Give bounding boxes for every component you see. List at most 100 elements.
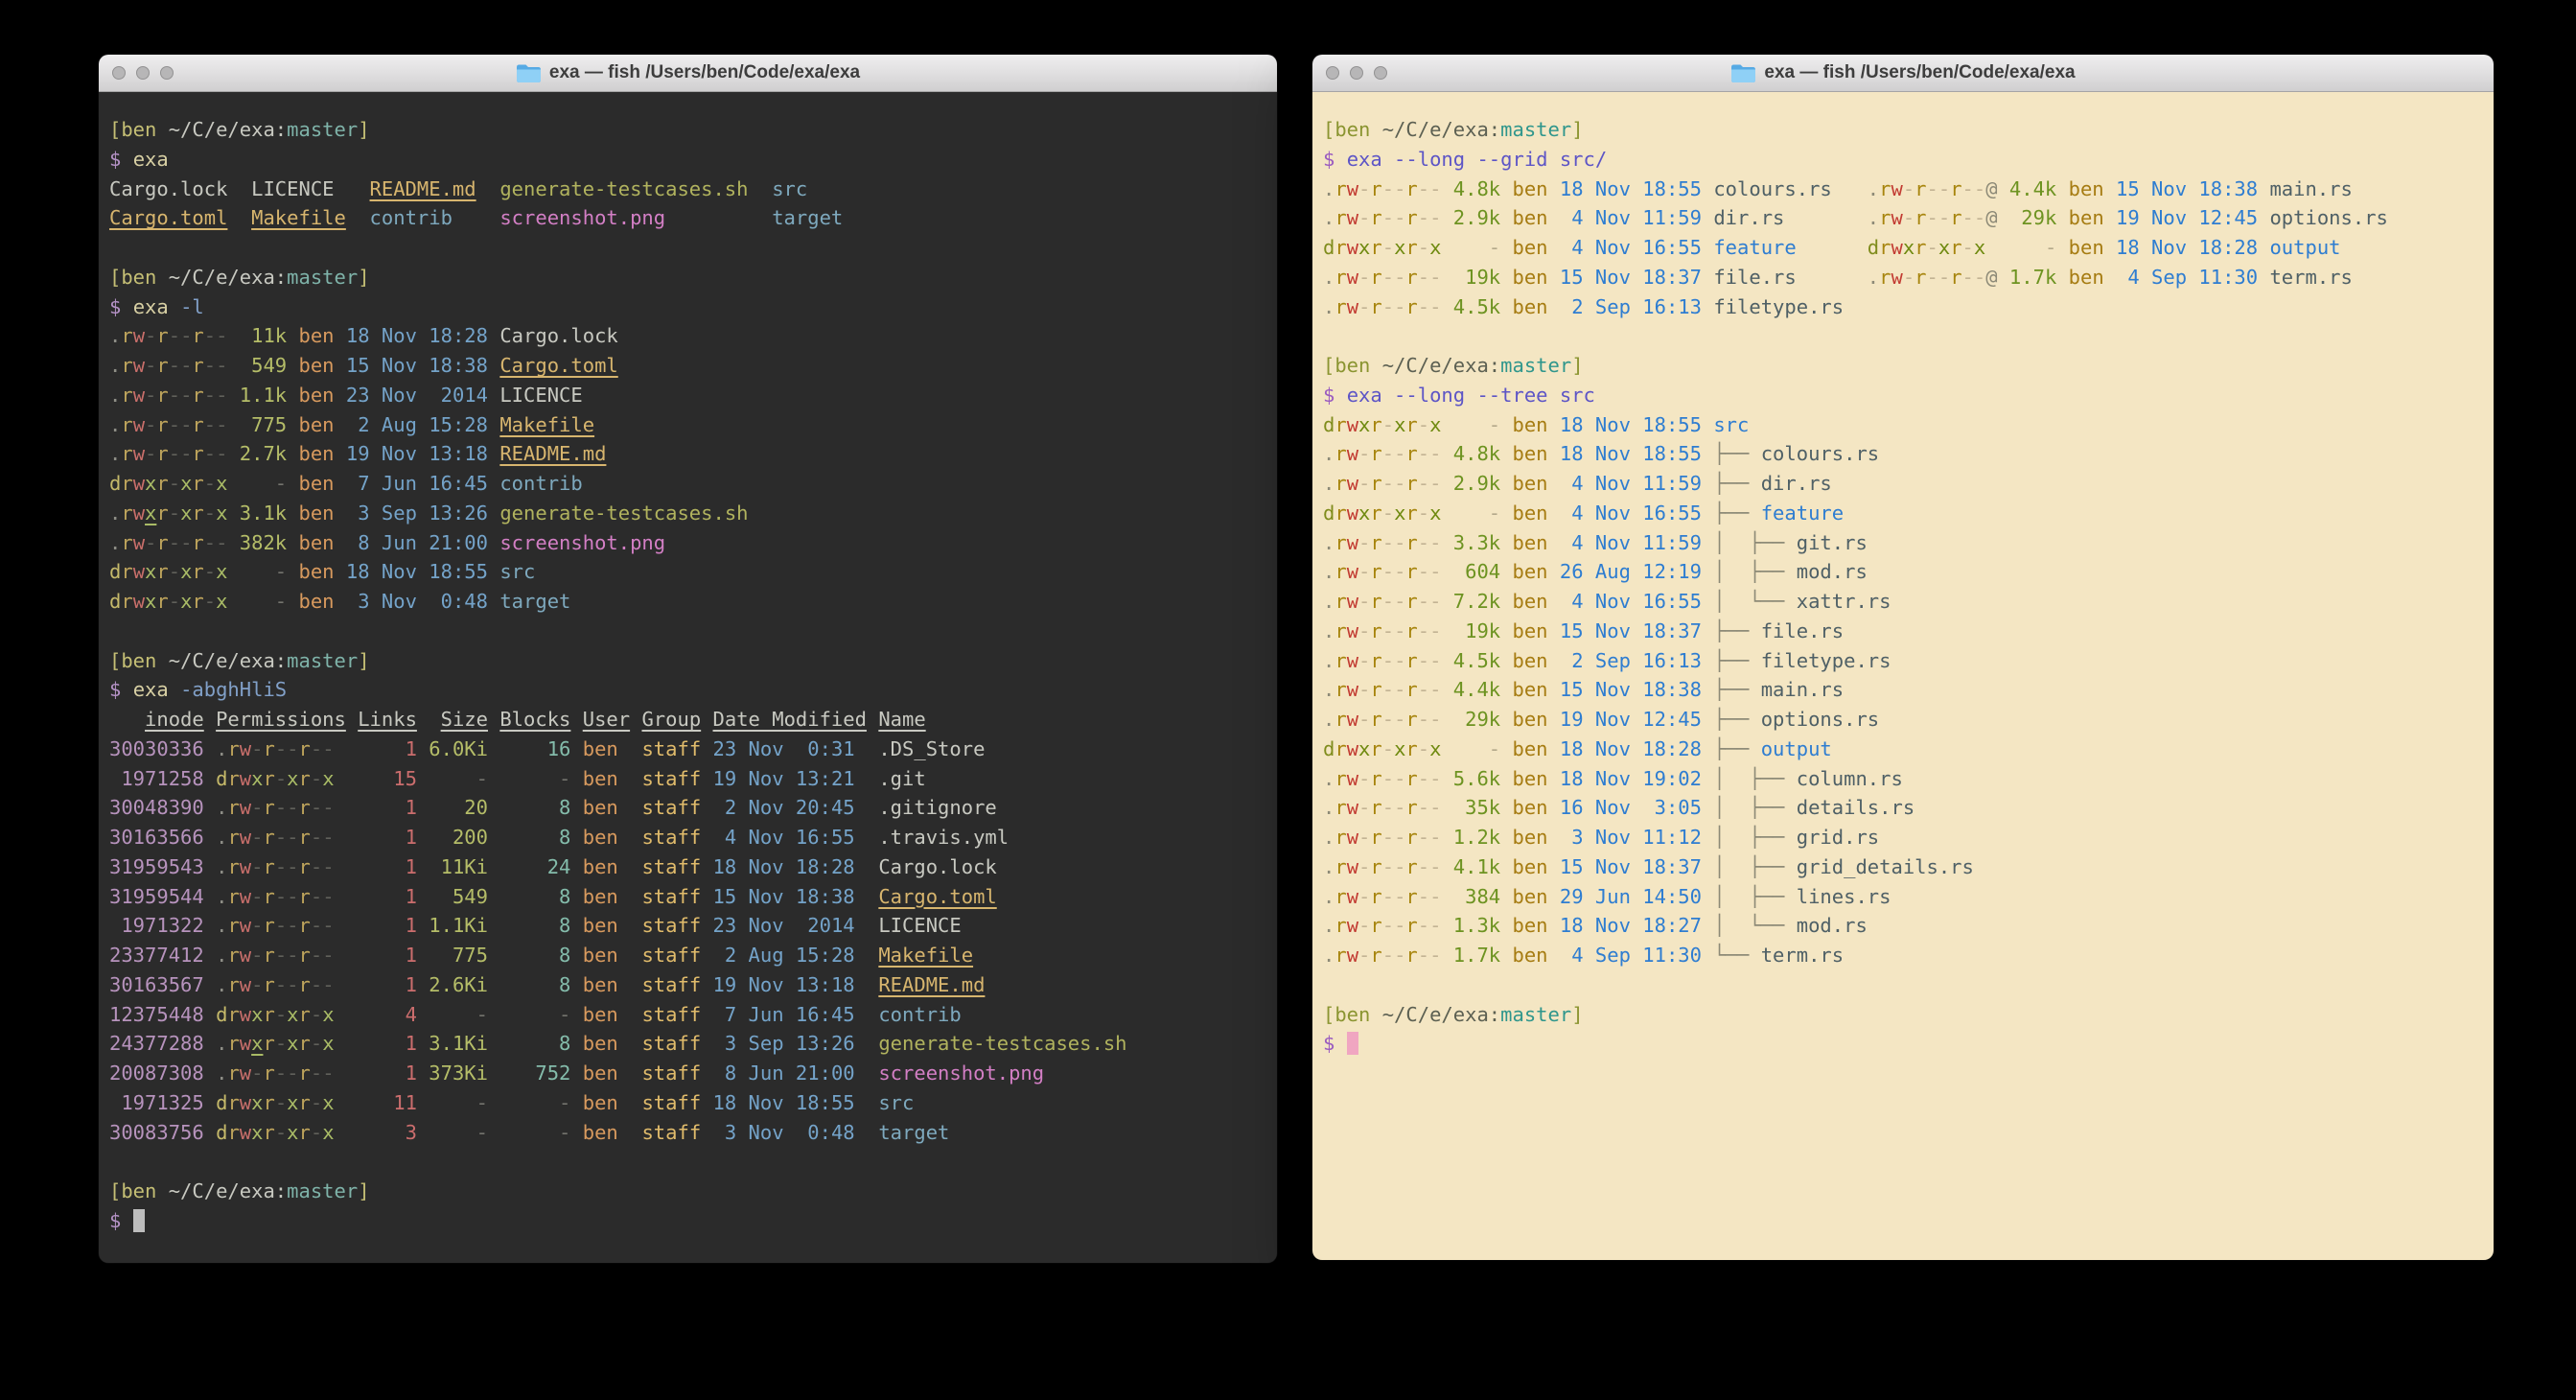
terminal-line: .rw-r--r-- 2.9k ben 4 Nov 11:59 ├── dir.… [1323, 469, 2486, 499]
permission-char: r [1405, 531, 1417, 554]
text-segment [1441, 914, 1452, 937]
text-segment [227, 384, 239, 407]
zoom-button[interactable] [160, 66, 174, 80]
close-button[interactable] [1326, 66, 1339, 80]
terminal-line: 20087308 .rw-r--r-- 1 373Ki 752 ben staf… [109, 1059, 1269, 1088]
permission-char: - [1974, 266, 1985, 289]
permission-char: - [1394, 295, 1405, 318]
text-segment: 20087308 [109, 1062, 204, 1085]
permission-char: r [121, 442, 132, 465]
permission-char: r [1370, 590, 1381, 613]
text-segment [346, 206, 370, 229]
permission-char: w [1347, 885, 1358, 908]
text-segment [204, 796, 216, 819]
permission-char: x [1429, 737, 1441, 760]
permission-char: x [322, 767, 334, 790]
permission-char: d [216, 767, 227, 790]
text-segment: contrib [499, 472, 582, 495]
text-segment [488, 354, 499, 377]
text-segment [1500, 678, 1512, 701]
terminal-line: $ [1323, 1029, 2486, 1059]
permission-char: - [287, 885, 298, 908]
text-segment [1548, 502, 1560, 525]
text-segment: 23 Nov 2014 [346, 384, 488, 407]
text-segment [169, 678, 180, 701]
text-segment [1797, 266, 1868, 289]
terminal-line: drwxr-xr-x - ben 18 Nov 18:55 src [1323, 410, 2486, 440]
permission-char: r [1334, 826, 1346, 849]
permission-char: - [216, 413, 227, 436]
text-segment [855, 885, 879, 908]
permission-char: - [1418, 649, 1429, 672]
permission-char: - [1418, 796, 1429, 819]
permission-char: r [1334, 442, 1346, 465]
permission-char: - [1382, 295, 1394, 318]
permission-char: w [240, 1032, 251, 1055]
title-bar[interactable]: exa — fish /Users/ben/Code/exa/exa [99, 55, 1277, 92]
permission-char: w [1347, 531, 1358, 554]
permission-char: w [1891, 177, 1902, 200]
text-segment [1548, 914, 1560, 937]
permission-char: r [1405, 266, 1417, 289]
text-segment [1702, 177, 1713, 200]
text-segment: ben [583, 1091, 618, 1114]
text-segment [204, 855, 216, 878]
minimize-button[interactable] [1350, 66, 1363, 80]
permission-char: r [227, 914, 239, 937]
text-segment: $ [109, 678, 133, 701]
text-segment: 15 Nov 18:37 [1560, 266, 1702, 289]
text-segment: -l [180, 295, 204, 318]
permission-char: - [1382, 236, 1394, 259]
text-segment: ├── [1713, 708, 1760, 731]
text-segment: exa [133, 148, 169, 171]
terminal-line: 1971325 drwxr-xr-x 11 - - ben staff 18 N… [109, 1088, 1269, 1118]
permission-char: r [227, 1121, 239, 1144]
minimize-button[interactable] [136, 66, 150, 80]
text-segment: │ ├── [1713, 826, 1796, 849]
permission-char: - [1429, 560, 1441, 583]
terminal-line: .rw-r--r-- 4.1k ben 15 Nov 18:37 │ ├── g… [1323, 852, 2486, 882]
text-segment [335, 442, 346, 465]
permission-char: r [192, 354, 203, 377]
zoom-button[interactable] [1374, 66, 1387, 80]
text-segment: [ben [109, 1179, 169, 1202]
close-button[interactable] [112, 66, 126, 80]
permission-char: - [1429, 649, 1441, 672]
permission-char: - [204, 324, 216, 347]
permission-char: x [1358, 502, 1370, 525]
text-segment [1548, 885, 1560, 908]
title-bar[interactable]: exa — fish /Users/ben/Code/exa/exa [1312, 55, 2494, 92]
permission-char: r [1334, 266, 1346, 289]
permission-char: - [311, 826, 322, 849]
terminal-line: drwxr-xr-x - ben 3 Nov 0:48 target [109, 587, 1269, 617]
permission-char: - [1429, 295, 1441, 318]
text-segment [488, 1032, 499, 1055]
permission-char: - [204, 442, 216, 465]
terminal-line: .rw-r--r-- 1.7k ben 4 Sep 11:30 └── term… [1323, 941, 2486, 970]
terminal-content[interactable]: [ben ~/C/e/exa:master]$ exa --long --gri… [1312, 92, 2494, 1260]
permission-char: r [1405, 855, 1417, 878]
text-segment: 1971258 [109, 767, 204, 790]
text-segment [335, 472, 346, 495]
permission-char: - [311, 944, 322, 967]
text-segment [1548, 796, 1560, 819]
text-segment [204, 1121, 216, 1144]
terminal-content[interactable]: [ben ~/C/e/exa:master]$ exaCargo.lock LI… [99, 92, 1277, 1263]
text-segment: Cargo.toml [109, 206, 227, 229]
permission-char: r [299, 1032, 311, 1055]
permission-char: w [133, 324, 145, 347]
permission-char: w [1347, 206, 1358, 229]
text-segment: ben [2069, 236, 2104, 259]
text-segment: ben [1513, 796, 1548, 819]
text-segment: ben [1513, 649, 1548, 672]
text-segment [1500, 944, 1512, 967]
permission-char: - [1903, 266, 1915, 289]
text-segment [204, 1032, 216, 1055]
text-segment: ben [1513, 295, 1548, 318]
permission-char: r [1334, 914, 1346, 937]
permission-char: x [322, 1091, 334, 1114]
terminal-line [109, 233, 1269, 263]
text-segment: 2.7k [240, 442, 287, 465]
permission-char: r [156, 384, 168, 407]
text-segment: 19 Nov 13:18 [346, 442, 488, 465]
